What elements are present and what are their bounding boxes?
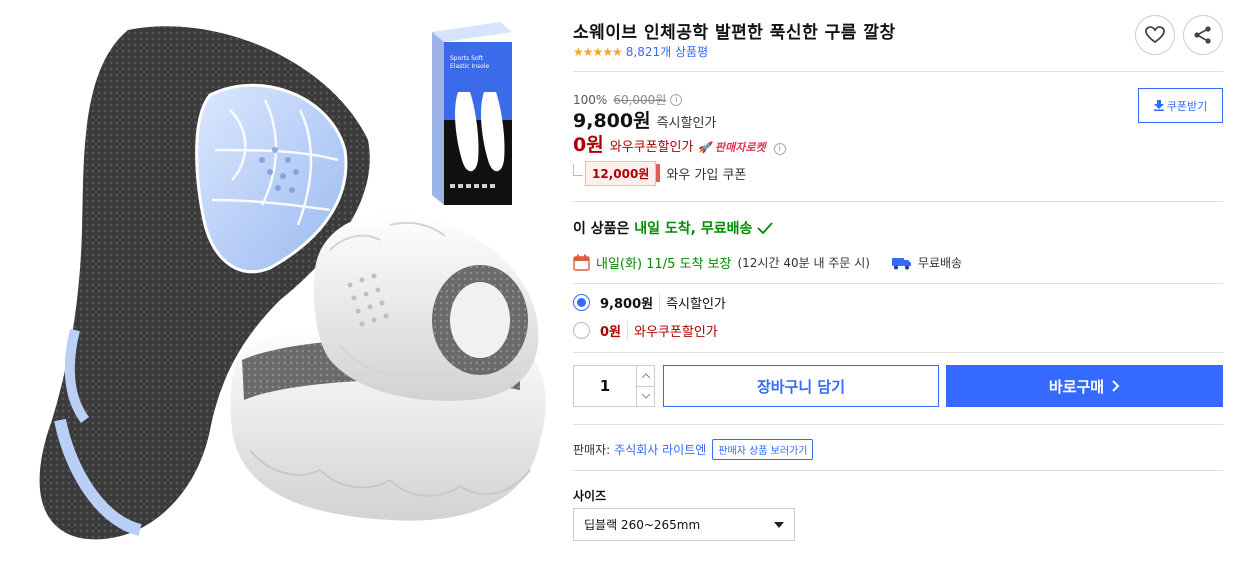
rating-row[interactable]: ★★★★★ 8,821개 상품평 [573, 43, 708, 60]
delivery-headline: 이 상품은 내일 도착, 무료배송 [573, 218, 773, 238]
check-icon [757, 222, 773, 235]
wow-price-row: 0원 와우쿠폰할인가 🚀 판매자로켓 i [573, 130, 786, 157]
quantity-stepper[interactable] [573, 365, 655, 407]
caret-down-icon [774, 521, 784, 528]
seller-rocket-badge: 🚀 판매자로켓 [697, 141, 766, 154]
option-label: 즉시할인가 [659, 293, 726, 312]
free-shipping: 무료배송 [891, 254, 963, 271]
divider [573, 283, 1223, 284]
price-option-instant[interactable]: 9,800원 즉시할인가 [573, 293, 726, 312]
calendar-icon [573, 254, 590, 271]
truck-icon [891, 257, 911, 269]
star-rating-icon: ★★★★★ [573, 44, 623, 59]
sale-price-label: 즉시할인가 [656, 116, 717, 131]
quantity-increase-button[interactable] [637, 366, 654, 386]
wow-coupon-price: 0원 [573, 134, 604, 156]
share-icon [1194, 26, 1211, 44]
arrival-guarantee: 내일(화) 11/5 도착 보장 [596, 257, 732, 272]
delivery-headline-prefix: 이 상품은 [573, 221, 635, 237]
product-info-panel: 소웨이브 인체공학 발편한 푹신한 구름 깔창 ★★★★★ 8,821개 상품평… [573, 0, 1223, 578]
coupon-amount-chip: 12,000원 [585, 161, 661, 186]
seller-label: 판매자: [573, 443, 611, 457]
discount-rate: 100% [573, 92, 608, 107]
seller-name-link[interactable]: 주식회사 라이트엔 [614, 441, 706, 458]
review-count-link[interactable]: 8,821개 상품평 [626, 43, 708, 60]
option-price: 0원 [600, 325, 622, 340]
info-icon[interactable]: i [670, 93, 683, 106]
size-select-dropdown[interactable]: 딥블랙 260~265mm [573, 508, 795, 541]
svg-text:Sports Soft: Sports Soft [450, 55, 484, 62]
seller-products-button[interactable]: 판매자 상품 보러가기 [712, 439, 814, 460]
divider [573, 352, 1223, 353]
delivery-headline-highlight: 내일 도착, 무료배송 [634, 221, 753, 237]
size-selected-value: 딥블랙 260~265mm [584, 518, 701, 532]
wishlist-button[interactable] [1135, 15, 1175, 55]
quantity-step-buttons [636, 366, 654, 406]
sale-price: 9,800원 [573, 110, 651, 132]
radio-button-selected[interactable] [573, 294, 590, 311]
wow-signup-coupon-row: 12,000원 와우 가입 쿠폰 [573, 161, 746, 186]
product-title: 소웨이브 인체공학 발편한 푹신한 구름 깔창 [573, 23, 896, 43]
divider [573, 424, 1223, 425]
chevron-down-icon [641, 393, 650, 399]
chevron-right-icon [1112, 380, 1120, 392]
package-box: Sports Soft Elastic Insole [432, 22, 512, 205]
insole-product-photo: Sports Soft Elastic Insole [39, 22, 546, 540]
heart-icon [1145, 26, 1165, 44]
coupon-label: 와우 가입 쿠폰 [666, 168, 747, 183]
seller-row: 판매자: 주식회사 라이트엔 판매자 상품 보러가기 [573, 439, 814, 460]
buy-now-button[interactable]: 바로구매 [946, 365, 1223, 407]
coupon-connector [573, 163, 583, 176]
seller-rocket-label: 판매자로켓 [714, 141, 766, 154]
free-shipping-label: 무료배송 [917, 256, 963, 270]
arrival-note: (12시간 40분 내 주문 시) [737, 256, 870, 270]
share-button[interactable] [1183, 15, 1223, 55]
coupon-download-button[interactable]: 쿠폰받기 [1138, 88, 1223, 123]
add-to-cart-button[interactable]: 장바구니 담기 [663, 365, 939, 407]
divider [573, 71, 1223, 72]
quantity-decrease-button[interactable] [637, 385, 654, 407]
chevron-up-icon [641, 373, 650, 379]
sale-price-row: 9,800원 즉시할인가 [573, 106, 716, 133]
download-icon [1153, 100, 1164, 111]
product-image: Sports Soft Elastic Insole [0, 0, 552, 578]
svg-text:Elastic Insole: Elastic Insole [450, 63, 490, 70]
radio-button[interactable] [573, 322, 590, 339]
quantity-input[interactable] [574, 366, 636, 406]
wow-coupon-label: 와우쿠폰할인가 [609, 140, 694, 155]
buy-now-label: 바로구매 [1048, 377, 1105, 396]
divider [573, 470, 1223, 471]
price-option-wow[interactable]: 0원 와우쿠폰할인가 [573, 321, 718, 340]
size-option-label: 사이즈 [573, 489, 607, 503]
divider [573, 201, 1223, 202]
arrival-row: 내일(화) 11/5 도착 보장 (12시간 40분 내 주문 시) 무료배송 [573, 253, 962, 272]
option-price: 9,800원 [600, 297, 654, 312]
coupon-download-label: 쿠폰받기 [1166, 99, 1208, 113]
option-label: 와우쿠폰할인가 [627, 321, 718, 340]
info-icon[interactable]: i [773, 143, 786, 155]
